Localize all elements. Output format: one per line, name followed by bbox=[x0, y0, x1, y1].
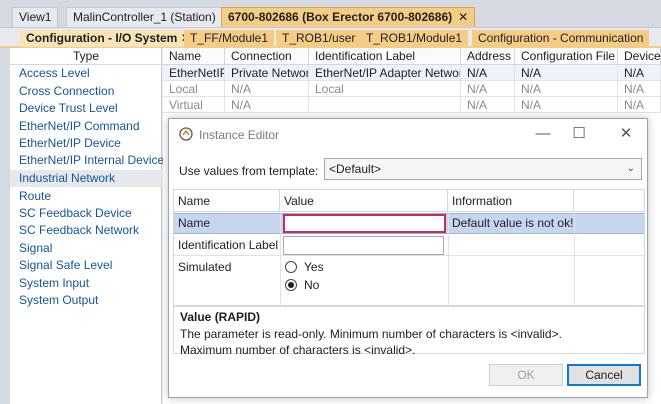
table-cell[interactable]: N/A bbox=[515, 65, 618, 81]
type-column-header: Type bbox=[10, 48, 162, 65]
cancel-button[interactable]: Cancel bbox=[567, 364, 641, 386]
param-header-value: Value bbox=[280, 190, 448, 212]
document-tab-strip: View1 MalinController_1 (Station) 6700-8… bbox=[0, 0, 661, 28]
template-select[interactable]: <Default> ⌄ bbox=[324, 158, 642, 180]
table-cell[interactable]: Private Network bbox=[225, 65, 309, 81]
table-cell[interactable]: N/A bbox=[618, 65, 661, 81]
table-cell[interactable]: Local bbox=[163, 81, 225, 97]
table-cell[interactable]: N/A bbox=[461, 65, 515, 81]
simulated-yes-label[interactable]: Yes bbox=[300, 258, 324, 276]
table-cell[interactable]: EtherNetIP bbox=[163, 65, 225, 81]
param-ident-label: Identification Label bbox=[178, 238, 279, 252]
type-item-route[interactable]: Route bbox=[19, 188, 51, 205]
tab-configuration-communication[interactable]: Configuration - Communication bbox=[472, 30, 650, 47]
ok-button[interactable]: OK bbox=[489, 364, 563, 386]
type-item-system-input[interactable]: System Input bbox=[19, 275, 89, 292]
column-header-address[interactable]: Address bbox=[461, 48, 515, 65]
help-line: Maximum number of characters is <invalid… bbox=[180, 343, 416, 357]
tab-label: 6700-802686 (Box Erector 6700-802686) bbox=[228, 10, 453, 24]
type-item-device-trust-level[interactable]: Device Trust Level bbox=[19, 100, 118, 117]
table-cell[interactable]: EtherNet/IP Adapter Network bbox=[309, 65, 461, 81]
simulated-no-label[interactable]: No bbox=[300, 276, 319, 294]
tab-view1[interactable]: View1 bbox=[12, 7, 59, 27]
column-header-device[interactable]: Device bbox=[618, 48, 661, 65]
table-cell[interactable]: N/A bbox=[515, 97, 618, 113]
column-header-connection[interactable]: Connection bbox=[225, 48, 309, 65]
type-item-ethernetip-device[interactable]: EtherNet/IP Device bbox=[19, 135, 121, 152]
divider bbox=[280, 213, 281, 305]
tab-label: Configuration - Communication bbox=[478, 31, 644, 45]
type-item-access-level[interactable]: Access Level bbox=[19, 65, 90, 82]
tab-configuration-io-system[interactable]: Configuration - I/O System ✕ bbox=[20, 30, 197, 47]
type-panel: Type Access Level Cross Connection Devic… bbox=[10, 48, 164, 404]
parameter-table: Name Value Information Name Default valu… bbox=[173, 189, 645, 306]
editor-tab-strip: Configuration - I/O System ✕ T_FF/Module… bbox=[0, 28, 661, 48]
close-icon[interactable]: ✕ bbox=[614, 123, 638, 145]
tab-label: T_FF/Module1 bbox=[190, 31, 269, 45]
tab-label: T_ROB1/Module1 bbox=[366, 31, 463, 45]
divider bbox=[174, 255, 644, 256]
simulated-yes-radio[interactable] bbox=[285, 261, 297, 273]
tab-t-rob1-module1[interactable]: T_ROB1/Module1 bbox=[360, 30, 469, 47]
table-cell[interactable]: N/A bbox=[461, 81, 515, 97]
type-item-signal-safe-level[interactable]: Signal Safe Level bbox=[19, 257, 112, 274]
table-cell[interactable]: N/A bbox=[618, 97, 661, 113]
type-item-sc-feedback-device[interactable]: SC Feedback Device bbox=[19, 205, 132, 222]
table-cell[interactable]: Virtual bbox=[163, 97, 225, 113]
column-header-identification-label[interactable]: Identification Label bbox=[309, 48, 461, 65]
tab-label: T_ROB1/user bbox=[282, 31, 356, 45]
tab-label: Configuration - I/O System bbox=[26, 31, 178, 45]
param-header-name: Name bbox=[174, 190, 280, 212]
tab-label: MalinController_1 (Station) bbox=[73, 10, 216, 24]
type-item-sc-feedback-network[interactable]: SC Feedback Network bbox=[19, 222, 139, 239]
table-cell[interactable]: N/A bbox=[618, 81, 661, 97]
type-item-cross-connection[interactable]: Cross Connection bbox=[19, 83, 114, 100]
table-cell[interactable]: N/A bbox=[225, 81, 309, 97]
help-text: The parameter is read-only. Minimum numb… bbox=[180, 326, 638, 358]
instance-editor-icon bbox=[179, 127, 193, 141]
divider bbox=[574, 213, 575, 305]
param-header-information: Information bbox=[448, 190, 574, 212]
tab-box-erector[interactable]: 6700-802686 (Box Erector 6700-802686) ✕ bbox=[221, 7, 476, 27]
type-item-signal[interactable]: Signal bbox=[19, 240, 52, 257]
type-item-system-output[interactable]: System Output bbox=[19, 292, 98, 309]
tab-malin-controller[interactable]: MalinController_1 (Station) bbox=[66, 7, 223, 27]
table-cell[interactable]: N/A bbox=[515, 81, 618, 97]
type-item-ethernetip-internal-device[interactable]: EtherNet/IP Internal Device bbox=[19, 152, 164, 169]
tab-t-rob1-user[interactable]: T_ROB1/user bbox=[276, 30, 362, 47]
table-cell[interactable] bbox=[309, 97, 461, 113]
left-margin-bar bbox=[0, 48, 10, 404]
template-select-value: <Default> bbox=[329, 162, 382, 176]
help-panel: Value (RAPID) The parameter is read-only… bbox=[173, 306, 645, 357]
table-cell[interactable]: N/A bbox=[225, 97, 309, 113]
table-cell[interactable]: Local bbox=[309, 81, 461, 97]
instance-editor-dialog: Instance Editor — ☐ ✕ Use values from te… bbox=[168, 118, 648, 398]
param-header-blank bbox=[574, 190, 644, 212]
template-label: Use values from template: bbox=[179, 164, 319, 178]
dialog-title: Instance Editor bbox=[199, 128, 280, 142]
help-line: The parameter is read-only. Minimum numb… bbox=[180, 327, 562, 341]
tab-label: View1 bbox=[19, 10, 52, 24]
table-cell[interactable]: N/A bbox=[461, 97, 515, 113]
close-icon[interactable]: ✕ bbox=[458, 10, 468, 24]
name-error-info: Default value is not ok! bbox=[452, 216, 574, 230]
name-field[interactable] bbox=[283, 214, 446, 233]
maximize-icon[interactable]: ☐ bbox=[567, 123, 591, 145]
type-item-ethernetip-command[interactable]: EtherNet/IP Command bbox=[19, 118, 140, 135]
minimize-icon[interactable]: — bbox=[531, 123, 555, 145]
help-title: Value (RAPID) bbox=[180, 310, 261, 324]
type-item-industrial-network[interactable]: Industrial Network bbox=[19, 170, 115, 187]
tab-t-ff-module1[interactable]: T_FF/Module1 bbox=[184, 30, 275, 47]
param-simulated-label: Simulated bbox=[178, 260, 232, 274]
chevron-down-icon: ⌄ bbox=[626, 163, 635, 174]
column-header-configuration-file[interactable]: Configuration File bbox=[515, 48, 618, 65]
identification-label-field[interactable] bbox=[283, 236, 444, 255]
param-name-label: Name bbox=[178, 216, 211, 230]
column-header-name[interactable]: Name bbox=[163, 48, 225, 65]
simulated-no-radio[interactable] bbox=[285, 279, 297, 291]
